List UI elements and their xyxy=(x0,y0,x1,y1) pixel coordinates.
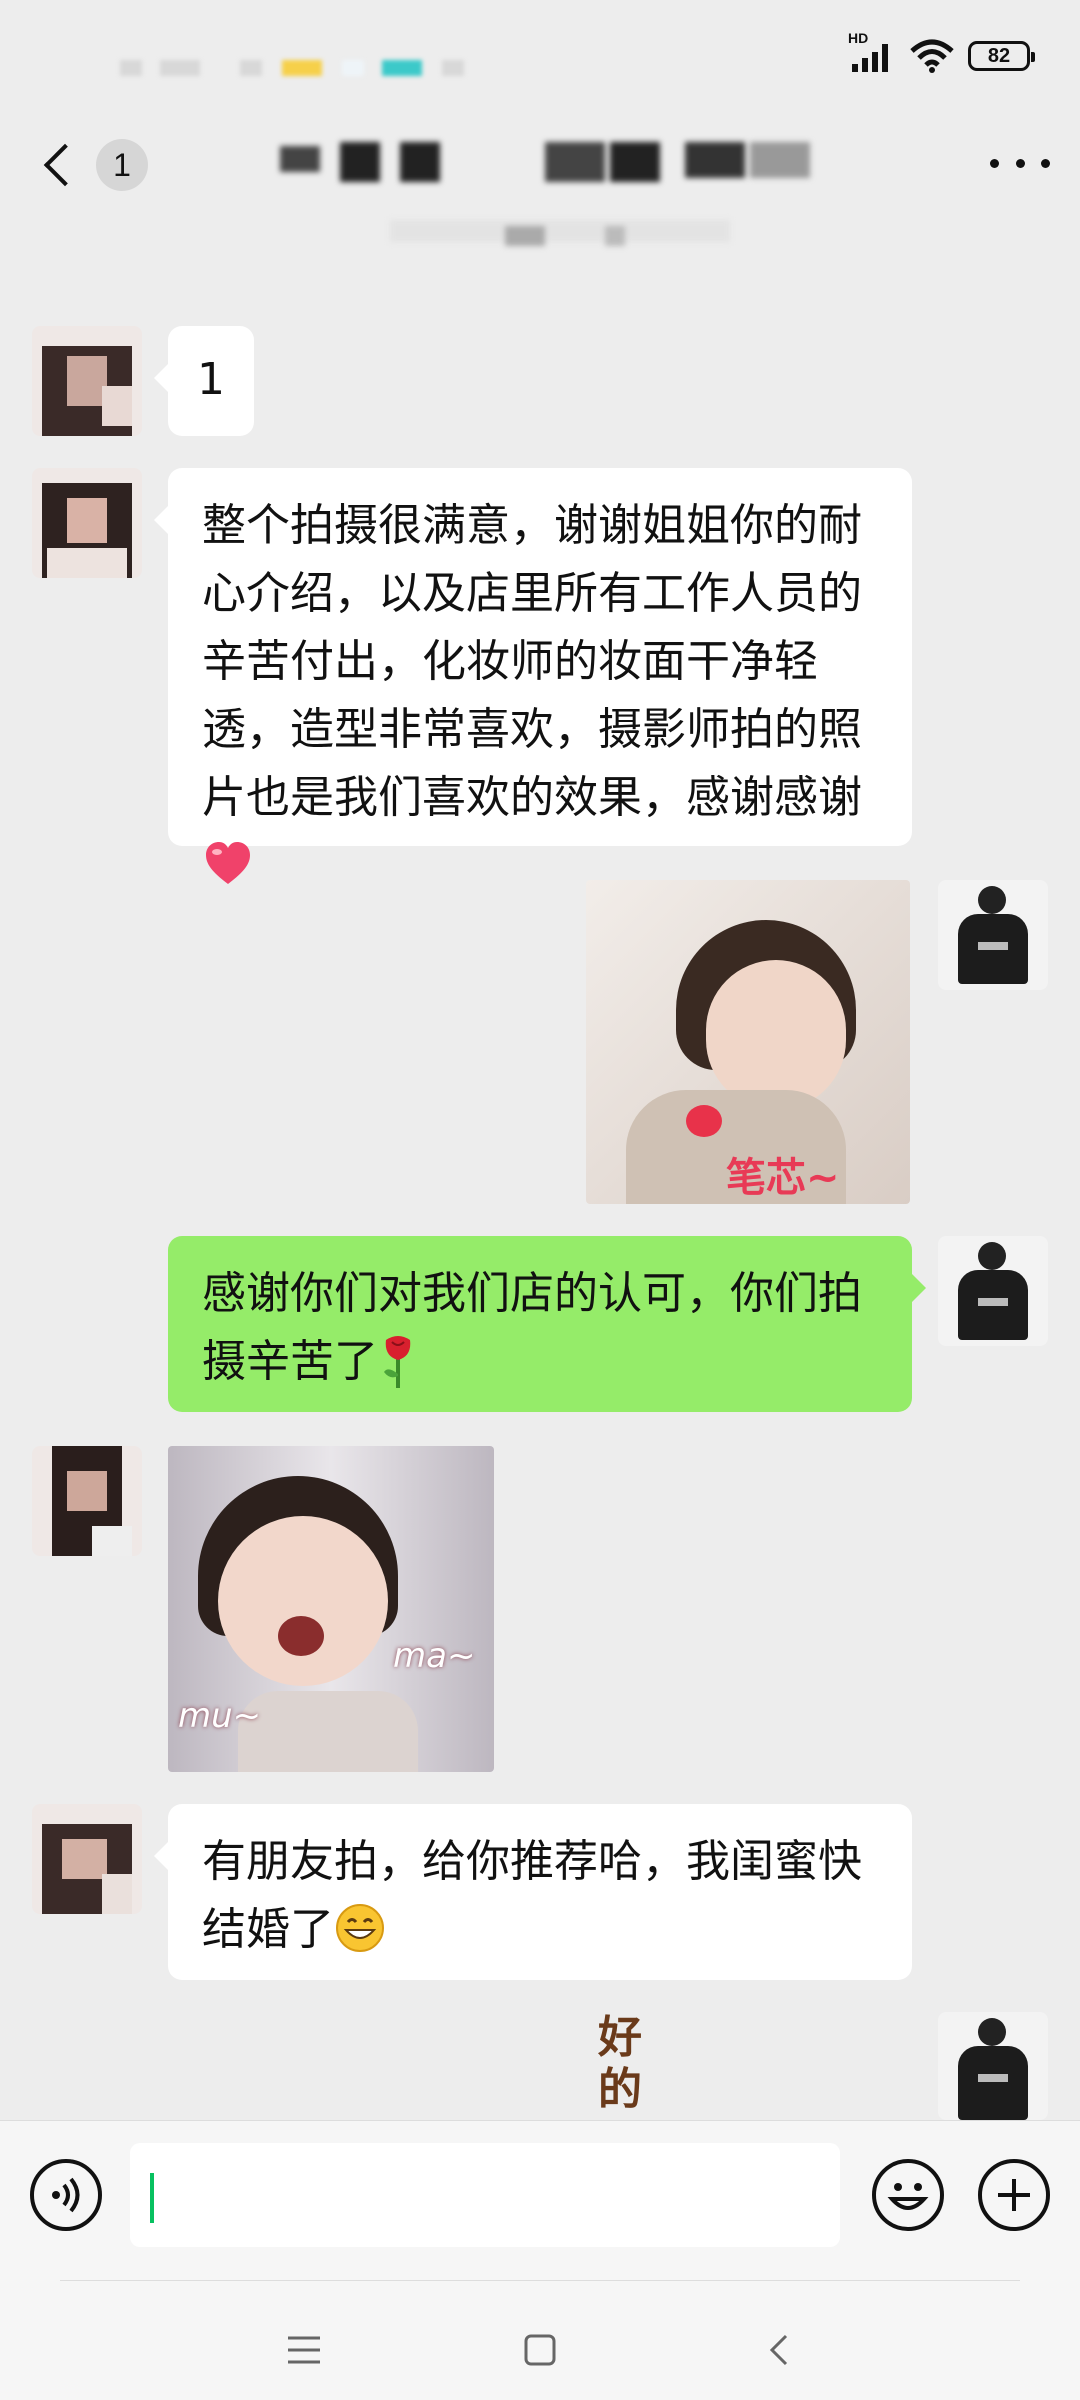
contact-avatar[interactable] xyxy=(32,326,142,436)
back-button[interactable]: 1 xyxy=(40,130,150,200)
chat-header: 1 xyxy=(0,120,1080,246)
home-icon[interactable] xyxy=(520,2330,560,2370)
message-bubble[interactable]: 1 xyxy=(154,326,254,436)
chevron-left-icon xyxy=(43,143,87,187)
sticker-caption-right: ma~ xyxy=(393,1636,476,1676)
status-bar: HD 82 xyxy=(0,0,1080,120)
plus-icon xyxy=(998,2179,1030,2211)
voice-input-button[interactable] xyxy=(30,2159,102,2231)
unread-badge: 1 xyxy=(96,139,148,191)
emoji-button[interactable] xyxy=(872,2159,944,2231)
rose-emoji-icon xyxy=(384,1336,411,1388)
status-notification-blur xyxy=(382,60,422,76)
emoji-icon xyxy=(887,2183,929,2210)
message-text: 感谢你们对我们店的认可，你们拍摄辛苦了 xyxy=(202,1268,862,1387)
status-time-blur xyxy=(120,60,142,76)
self-avatar[interactable] xyxy=(938,880,1048,990)
status-notification-blur xyxy=(342,60,364,76)
status-time-blur xyxy=(160,60,200,76)
input-bar xyxy=(0,2120,1080,2281)
contact-avatar[interactable] xyxy=(32,468,142,578)
sticker-caption-left: mu~ xyxy=(178,1696,262,1736)
message-list[interactable]: 1 整个拍摄很满意，谢谢姐姐你的耐心介绍，以及店里所有工作人员的辛苦付出，化妆师… xyxy=(0,230,1080,2120)
wifi-icon xyxy=(910,39,954,73)
message-input[interactable] xyxy=(130,2143,840,2247)
status-notification-blur xyxy=(240,60,262,76)
self-avatar[interactable] xyxy=(938,1236,1048,1346)
back-icon[interactable] xyxy=(760,2330,800,2370)
text-caret xyxy=(150,2173,154,2223)
status-notification-blur xyxy=(282,60,322,76)
heart-emoji-icon xyxy=(206,842,250,884)
message-bubble[interactable]: 感谢你们对我们店的认可，你们拍摄辛苦了 xyxy=(168,1236,926,1412)
battery-level: 82 xyxy=(987,44,1011,67)
message-bubble[interactable]: 有朋友拍，给你推荐哈，我闺蜜快结婚了 xyxy=(154,1804,912,1980)
message-bubble[interactable]: 整个拍摄很满意，谢谢姐姐你的耐心介绍，以及店里所有工作人员的辛苦付出，化妆师的妆… xyxy=(154,468,912,884)
message-text: 整个拍摄很满意，谢谢姐姐你的耐心介绍，以及店里所有工作人员的辛苦付出，化妆师的妆… xyxy=(202,500,862,823)
status-notification-blur xyxy=(442,60,464,76)
message-text: 1 xyxy=(197,354,225,405)
contact-avatar[interactable] xyxy=(32,1446,142,1556)
sticker-caption: 好的 xyxy=(598,2012,642,2115)
grin-emoji-icon xyxy=(336,1904,384,1952)
sticker-image[interactable]: mu~ ma~ xyxy=(168,1446,494,1772)
more-options-button[interactable] xyxy=(990,140,1050,186)
sticker-image[interactable]: 好的 xyxy=(580,2012,660,2120)
menu-icon[interactable] xyxy=(284,2332,324,2368)
chat-title xyxy=(280,142,810,184)
system-navigation-bar xyxy=(0,2280,1080,2400)
voice-icon xyxy=(52,2177,80,2213)
battery-indicator: 82 xyxy=(968,41,1035,71)
sticker-caption: 笔芯~ xyxy=(726,1155,840,1201)
more-functions-button[interactable] xyxy=(978,2159,1050,2231)
message-text: 有朋友拍，给你推荐哈，我闺蜜快结婚了 xyxy=(202,1836,862,1955)
contact-avatar[interactable] xyxy=(32,1804,142,1914)
self-avatar[interactable] xyxy=(938,2012,1048,2120)
sticker-image[interactable]: 笔芯~ xyxy=(586,880,910,1204)
signal-icon: HD xyxy=(848,30,896,74)
